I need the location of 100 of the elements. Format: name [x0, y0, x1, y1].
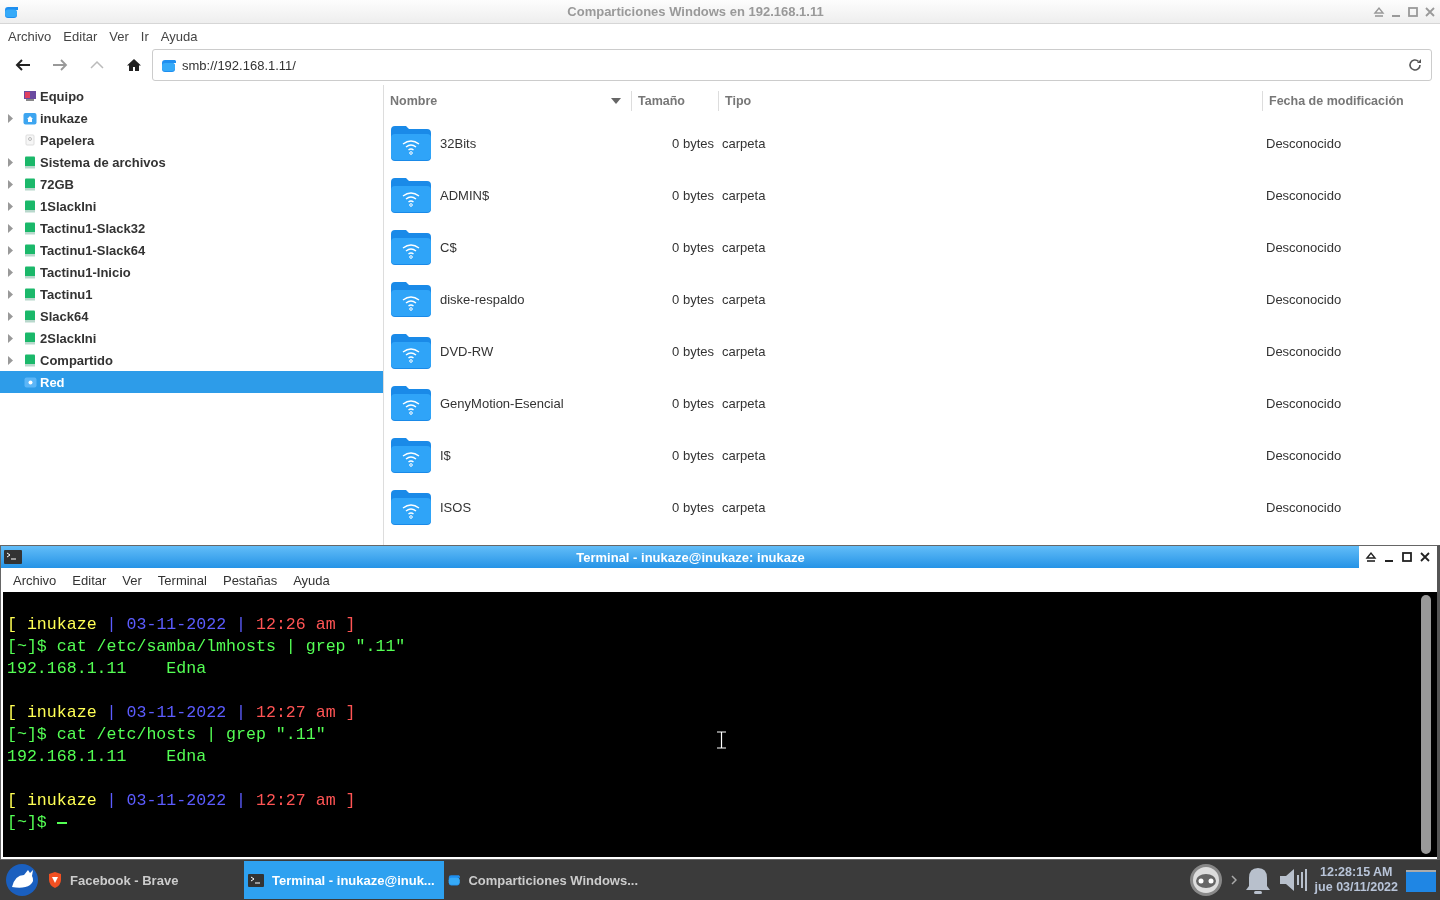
menu-item[interactable]: Ayuda: [154, 28, 204, 44]
column-header[interactable]: Tamaño: [631, 91, 718, 111]
sidebar-item[interactable]: Slack64: [0, 305, 383, 327]
menu-item[interactable]: Ver: [103, 28, 135, 44]
column-header[interactable]: Nombre: [384, 91, 631, 111]
network-folder-icon[interactable]: [390, 489, 432, 525]
network-folder-icon[interactable]: [390, 177, 432, 213]
drive-icon: [24, 155, 36, 169]
terminal-text: [ inukaze: [7, 703, 98, 722]
lion-shield-icon: [48, 872, 62, 888]
start-menu-icon[interactable]: [5, 863, 39, 897]
network-folder-icon[interactable]: [390, 229, 432, 265]
file-type: carpeta: [721, 499, 767, 515]
sidebar-item[interactable]: Sistema de archivos: [0, 151, 383, 173]
sidebar-item[interactable]: Equipo: [0, 85, 383, 107]
terminal-text: [~]$ cat /etc/hosts | grep ".11": [7, 725, 326, 744]
text-cursor: [56, 822, 67, 824]
file-type: carpeta: [721, 343, 767, 359]
file-name[interactable]: GenyMotion-Esencial: [440, 395, 564, 411]
menu-item[interactable]: Pestañas: [214, 572, 286, 588]
sidebar-item[interactable]: Tactinu1: [0, 283, 383, 305]
sidebar-item[interactable]: Tactinu1-Slack64: [0, 239, 383, 261]
expander-icon[interactable]: [7, 289, 13, 299]
network-folder-icon[interactable]: [390, 437, 432, 473]
expander-icon[interactable]: [7, 201, 13, 211]
chevron-right-icon[interactable]: [1230, 875, 1237, 885]
sidebar-item[interactable]: 2SlackIni: [0, 327, 383, 349]
sort-arrow-icon[interactable]: [611, 98, 621, 104]
terminal-text: | 03-11-2022 |: [106, 791, 247, 810]
terminal-text: [~]$ cat /etc/samba/lmhosts | grep ".11": [7, 637, 406, 656]
expander-icon[interactable]: [7, 333, 13, 343]
terminal-text: 12:26 am ]: [255, 615, 356, 634]
taskbar-button[interactable]: Comparticiones Windows...: [444, 861, 644, 899]
home-icon[interactable]: [125, 58, 142, 72]
text-cursor-icon: [716, 731, 727, 749]
menu-item[interactable]: Terminal: [149, 572, 215, 588]
sidebar-item[interactable]: 72GB: [0, 173, 383, 195]
file-date: Desconocido: [1265, 343, 1343, 359]
terminal-text: 12:27 am ]: [255, 703, 356, 722]
network-folder-icon[interactable]: [390, 333, 432, 369]
location-field[interactable]: smb://192.168.1.11/: [152, 49, 1432, 81]
expander-icon[interactable]: [7, 223, 13, 233]
robot-face-icon[interactable]: [1188, 863, 1223, 897]
sidebar-item[interactable]: inukaze: [0, 107, 383, 129]
file-date: Desconocido: [1265, 239, 1343, 255]
trash-icon: [25, 134, 35, 146]
close-icon[interactable]: [1419, 551, 1431, 563]
drive-icon: [24, 287, 36, 301]
drive-icon: [24, 177, 36, 191]
sidebar-item[interactable]: Tactinu1-Slack32: [0, 217, 383, 239]
menu-item[interactable]: Ir: [134, 28, 155, 44]
file-name[interactable]: 32Bits: [440, 135, 477, 151]
menu-item[interactable]: Archivo: [5, 572, 65, 588]
bell-icon[interactable]: [1244, 866, 1271, 894]
file-name[interactable]: C$: [440, 239, 457, 255]
sidebar-item[interactable]: 1SlackIni: [0, 195, 383, 217]
home-folder-icon: [23, 111, 37, 125]
show-desktop-icon[interactable]: [1406, 868, 1436, 892]
scrollbar-thumb[interactable]: [1421, 595, 1431, 854]
expander-icon[interactable]: [7, 113, 13, 123]
sidebar-item[interactable]: Compartido: [0, 349, 383, 371]
expander-icon[interactable]: [7, 157, 13, 167]
file-size: 0 bytes: [671, 187, 715, 203]
file-size: 0 bytes: [671, 447, 715, 463]
back-arrow-icon[interactable]: [14, 58, 31, 72]
menu-item[interactable]: Ayuda: [285, 572, 338, 588]
taskbar-button[interactable]: Facebook - Brave: [44, 861, 244, 899]
drive-icon: [24, 353, 36, 367]
reload-icon[interactable]: [1407, 57, 1423, 73]
file-type: carpeta: [721, 239, 767, 255]
expander-icon[interactable]: [7, 179, 13, 189]
menu-item[interactable]: Ver: [114, 572, 150, 588]
file-name[interactable]: diske-respaldo: [440, 291, 525, 307]
shade-icon[interactable]: [1365, 551, 1377, 563]
expander-icon[interactable]: [7, 267, 13, 277]
clock-date: jue 03/11/2022: [1314, 880, 1398, 895]
terminal-text: 192.168.1.11 Edna: [7, 747, 207, 766]
expander-icon[interactable]: [7, 311, 13, 321]
menu-item[interactable]: Archivo: [2, 28, 58, 44]
forward-arrow-icon[interactable]: [51, 58, 68, 72]
expander-icon[interactable]: [7, 245, 13, 255]
column-header[interactable]: Tipo: [718, 91, 1262, 111]
terminal-text: 12:27 am ]: [255, 791, 356, 810]
volume-icon[interactable]: [1278, 867, 1307, 893]
maximize-icon[interactable]: [1401, 551, 1413, 563]
file-name[interactable]: DVD-RW: [440, 343, 494, 359]
column-header[interactable]: Fecha de modificación: [1262, 91, 1440, 111]
network-folder-icon[interactable]: [390, 385, 432, 421]
file-name[interactable]: ADMIN$: [440, 187, 490, 203]
file-date: Desconocido: [1265, 187, 1343, 203]
file-date: Desconocido: [1265, 499, 1343, 515]
file-name[interactable]: I$: [440, 447, 451, 463]
sidebar-item[interactable]: Papelera: [0, 129, 383, 151]
file-name[interactable]: ISOS: [440, 499, 472, 515]
sidebar-item[interactable]: Tactinu1-Inicio: [0, 261, 383, 283]
menu-item[interactable]: Editar: [57, 28, 104, 44]
network-folder-icon[interactable]: [390, 125, 432, 161]
menu-item[interactable]: Editar: [64, 572, 115, 588]
expander-icon[interactable]: [7, 355, 13, 365]
network-folder-icon[interactable]: [390, 281, 432, 317]
